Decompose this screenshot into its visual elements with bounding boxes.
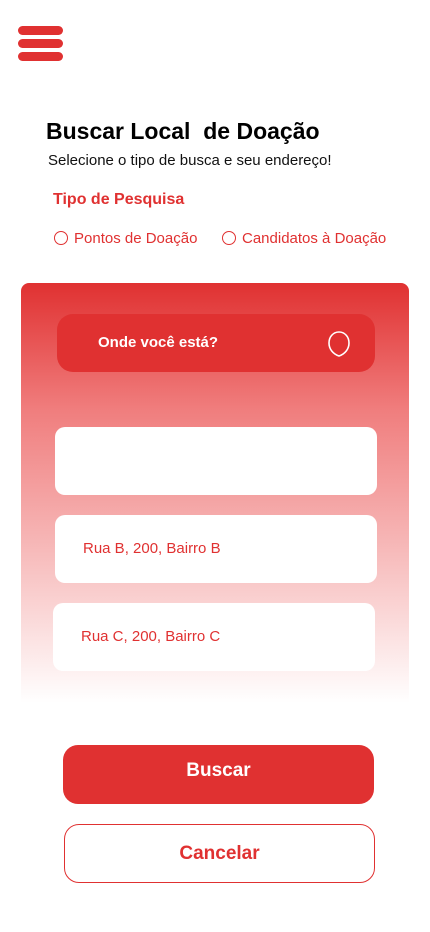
- cancel-button[interactable]: Cancelar: [64, 824, 375, 883]
- location-pin-icon: [328, 331, 350, 357]
- menu-bar: [18, 52, 63, 61]
- location-label: Onde você está?: [98, 334, 219, 351]
- radio-button-icon[interactable]: [54, 231, 68, 245]
- page-subtitle: Selecione o tipo de busca e seu endereço…: [48, 152, 332, 169]
- address-field-value: Rua C, 200, Bairro C: [81, 628, 221, 645]
- radio-button-icon[interactable]: [222, 231, 236, 245]
- menu-bar: [18, 26, 63, 35]
- location-button[interactable]: Onde você está?: [57, 314, 375, 372]
- radio-label: Candidatos à Doação: [242, 229, 387, 247]
- page-title: Buscar Local de Doação: [46, 118, 320, 144]
- address-field[interactable]: Rua B, 200, Bairro B: [55, 515, 377, 583]
- address-field-value: Rua B, 200, Bairro B: [83, 540, 221, 557]
- radio-pontos-de-doacao[interactable]: Pontos de Doação: [54, 228, 197, 248]
- radio-candidatos-a-doacao[interactable]: Candidatos à Doação: [222, 228, 386, 248]
- menu-bar: [18, 39, 63, 48]
- address-field[interactable]: [55, 427, 377, 495]
- hamburger-menu-icon[interactable]: [18, 26, 63, 61]
- address-field[interactable]: Rua C, 200, Bairro C: [53, 603, 375, 671]
- radio-label: Pontos de Doação: [74, 229, 198, 247]
- search-type-label: Tipo de Pesquisa: [53, 191, 185, 208]
- search-button[interactable]: Buscar: [63, 745, 374, 804]
